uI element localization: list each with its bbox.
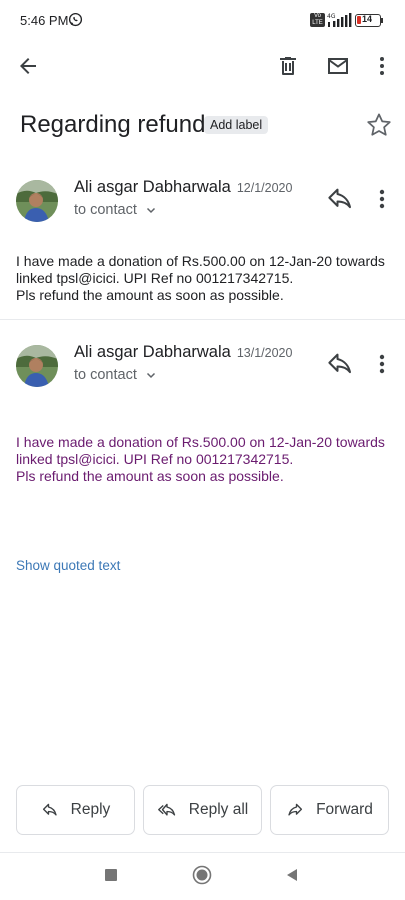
action-bar: Reply Reply all Forward — [0, 785, 405, 835]
volte-badge: Vo LTE — [310, 13, 325, 27]
recipient-toggle[interactable]: to contact — [74, 367, 157, 383]
more-vert-icon — [380, 57, 384, 75]
reply-icon[interactable] — [325, 184, 355, 214]
message-body: I have made a donation of Rs.500.00 on 1… — [16, 434, 396, 485]
avatar[interactable] — [16, 180, 58, 222]
chevron-down-icon — [146, 373, 155, 379]
reply-label: Reply — [70, 801, 111, 818]
mark-unread-button[interactable] — [320, 48, 356, 84]
top-toolbar — [0, 40, 405, 88]
reply-all-button[interactable]: Reply all — [143, 785, 262, 835]
email-subject: Regarding refund — [20, 111, 206, 138]
signal-icon: 4G — [327, 13, 352, 27]
sender-line: Ali asgar Dabharwala 13/1/2020 — [74, 343, 292, 362]
avatar[interactable] — [16, 345, 58, 387]
subject-row: Regarding refund Add label — [20, 108, 395, 144]
back-arrow-icon — [20, 58, 36, 74]
reply-button[interactable]: Reply — [16, 785, 135, 835]
message-date: 12/1/2020 — [236, 181, 293, 195]
whatsapp-icon — [68, 12, 83, 27]
delete-button[interactable] — [270, 48, 306, 84]
battery-level: 14 — [361, 14, 372, 24]
reply-all-icon — [157, 803, 175, 816]
trash-icon — [280, 57, 296, 75]
body-line: Pls refund the amount as soon as possibl… — [16, 287, 284, 303]
status-time: 5:46 PM — [20, 13, 69, 28]
add-label-chip[interactable]: Add label — [204, 116, 269, 134]
message-more-icon[interactable] — [370, 184, 394, 214]
reply-all-label: Reply all — [188, 801, 249, 818]
system-nav-bar — [0, 852, 405, 900]
sender-line: Ali asgar Dabharwala 12/1/2020 — [74, 178, 292, 197]
back-button[interactable] — [10, 48, 46, 84]
sender-name: Ali asgar Dabharwala — [74, 178, 231, 196]
message-divider — [0, 319, 405, 320]
forward-icon — [288, 803, 303, 816]
forward-button[interactable]: Forward — [270, 785, 389, 835]
battery-tip — [381, 18, 383, 23]
recipient-label: to contact — [74, 202, 137, 218]
message-header[interactable]: Ali asgar Dabharwala 13/1/2020 to contact — [0, 337, 405, 401]
battery-indicator: 14 — [355, 14, 381, 27]
more-options-button[interactable] — [364, 48, 400, 84]
star-icon[interactable] — [364, 110, 394, 140]
body-line: I have made a donation of Rs.500.00 on 1… — [16, 253, 385, 269]
recipient-toggle[interactable]: to contact — [74, 202, 157, 218]
mail-icon — [328, 58, 348, 74]
chevron-down-icon — [146, 208, 155, 214]
avatar-photo — [16, 345, 58, 387]
home-icon[interactable] — [192, 865, 212, 885]
network-type-label: 4G — [327, 13, 336, 20]
avatar-photo — [16, 180, 58, 222]
show-quoted-text-link[interactable]: Show quoted text — [16, 558, 120, 573]
recent-apps-icon[interactable] — [104, 868, 118, 882]
reply-icon[interactable] — [325, 349, 355, 379]
body-line: Pls refund the amount as soon as possibl… — [16, 468, 284, 484]
body-line: linked tpsl@icici. UPI Ref no 0012173427… — [16, 270, 294, 286]
reply-icon — [42, 803, 57, 816]
message-date: 13/1/2020 — [236, 346, 293, 360]
recipient-label: to contact — [74, 367, 137, 383]
forward-label: Forward — [316, 801, 373, 818]
status-bar: 5:46 PM Vo LTE 4G 14 — [0, 0, 405, 40]
body-line: I have made a donation of Rs.500.00 on 1… — [16, 434, 385, 450]
message-body: I have made a donation of Rs.500.00 on 1… — [16, 253, 396, 304]
message-header[interactable]: Ali asgar Dabharwala 12/1/2020 to contact — [0, 172, 405, 236]
back-nav-icon[interactable] — [285, 868, 299, 882]
sender-name: Ali asgar Dabharwala — [74, 343, 231, 361]
message-more-icon[interactable] — [370, 349, 394, 379]
body-line: linked tpsl@icici. UPI Ref no 0012173427… — [16, 451, 294, 467]
